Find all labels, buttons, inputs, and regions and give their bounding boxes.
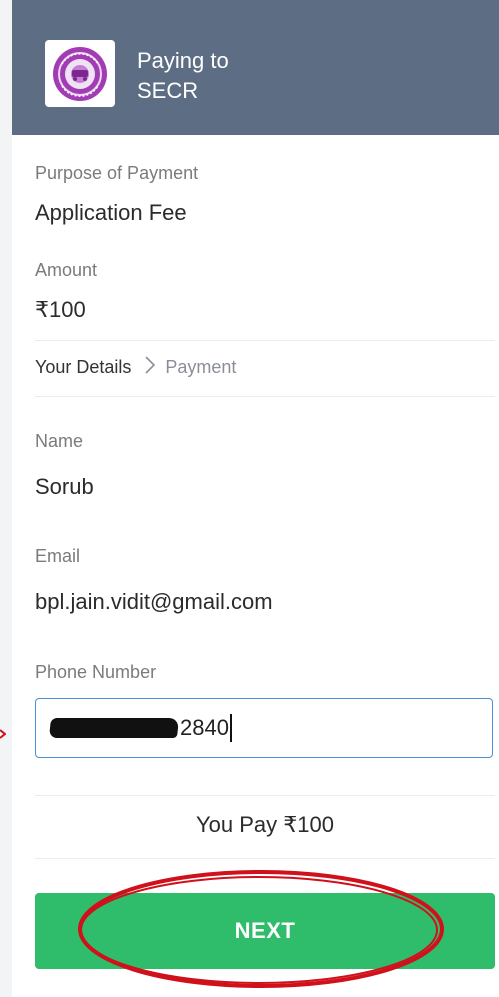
divider — [35, 340, 495, 341]
text-caret — [229, 714, 232, 742]
name-value[interactable]: Sorub — [35, 474, 94, 500]
next-button[interactable]: NEXT — [35, 893, 495, 969]
payment-panel: Paying to SECR Purpose of Payment Applic… — [12, 0, 499, 997]
email-label: Email — [35, 546, 81, 566]
divider — [35, 396, 495, 397]
chevron-right-icon — [145, 356, 156, 379]
amount-value: ₹100 — [35, 297, 86, 322]
step-your-details: Your Details — [35, 357, 132, 377]
phone-label: Phone Number — [35, 662, 157, 682]
you-pay-summary: You Pay ₹100 — [196, 812, 334, 837]
redaction-scribble — [48, 718, 180, 738]
phone-input[interactable]: 2840 — [35, 698, 493, 758]
divider — [35, 858, 495, 859]
name-label: Name — [35, 431, 84, 451]
phone-visible-suffix: 2840 — [180, 715, 229, 740]
step-payment[interactable]: Payment — [165, 357, 236, 378]
payment-header: Paying to SECR — [12, 0, 499, 135]
header-text: Paying to SECR — [137, 46, 229, 106]
purpose-label: Purpose of Payment — [35, 163, 199, 183]
indian-railways-emblem-icon — [45, 40, 115, 107]
checkout-steps: Your Details Payment — [35, 356, 236, 379]
email-value[interactable]: bpl.jain.vidit@gmail.com — [35, 589, 273, 615]
purpose-value: Application Fee — [35, 200, 187, 225]
merchant-name: SECR — [137, 78, 199, 103]
paying-to-label: Paying to — [137, 48, 229, 73]
divider — [35, 795, 495, 796]
red-arrow-tip-icon — [0, 729, 6, 739]
amount-label: Amount — [35, 260, 98, 280]
